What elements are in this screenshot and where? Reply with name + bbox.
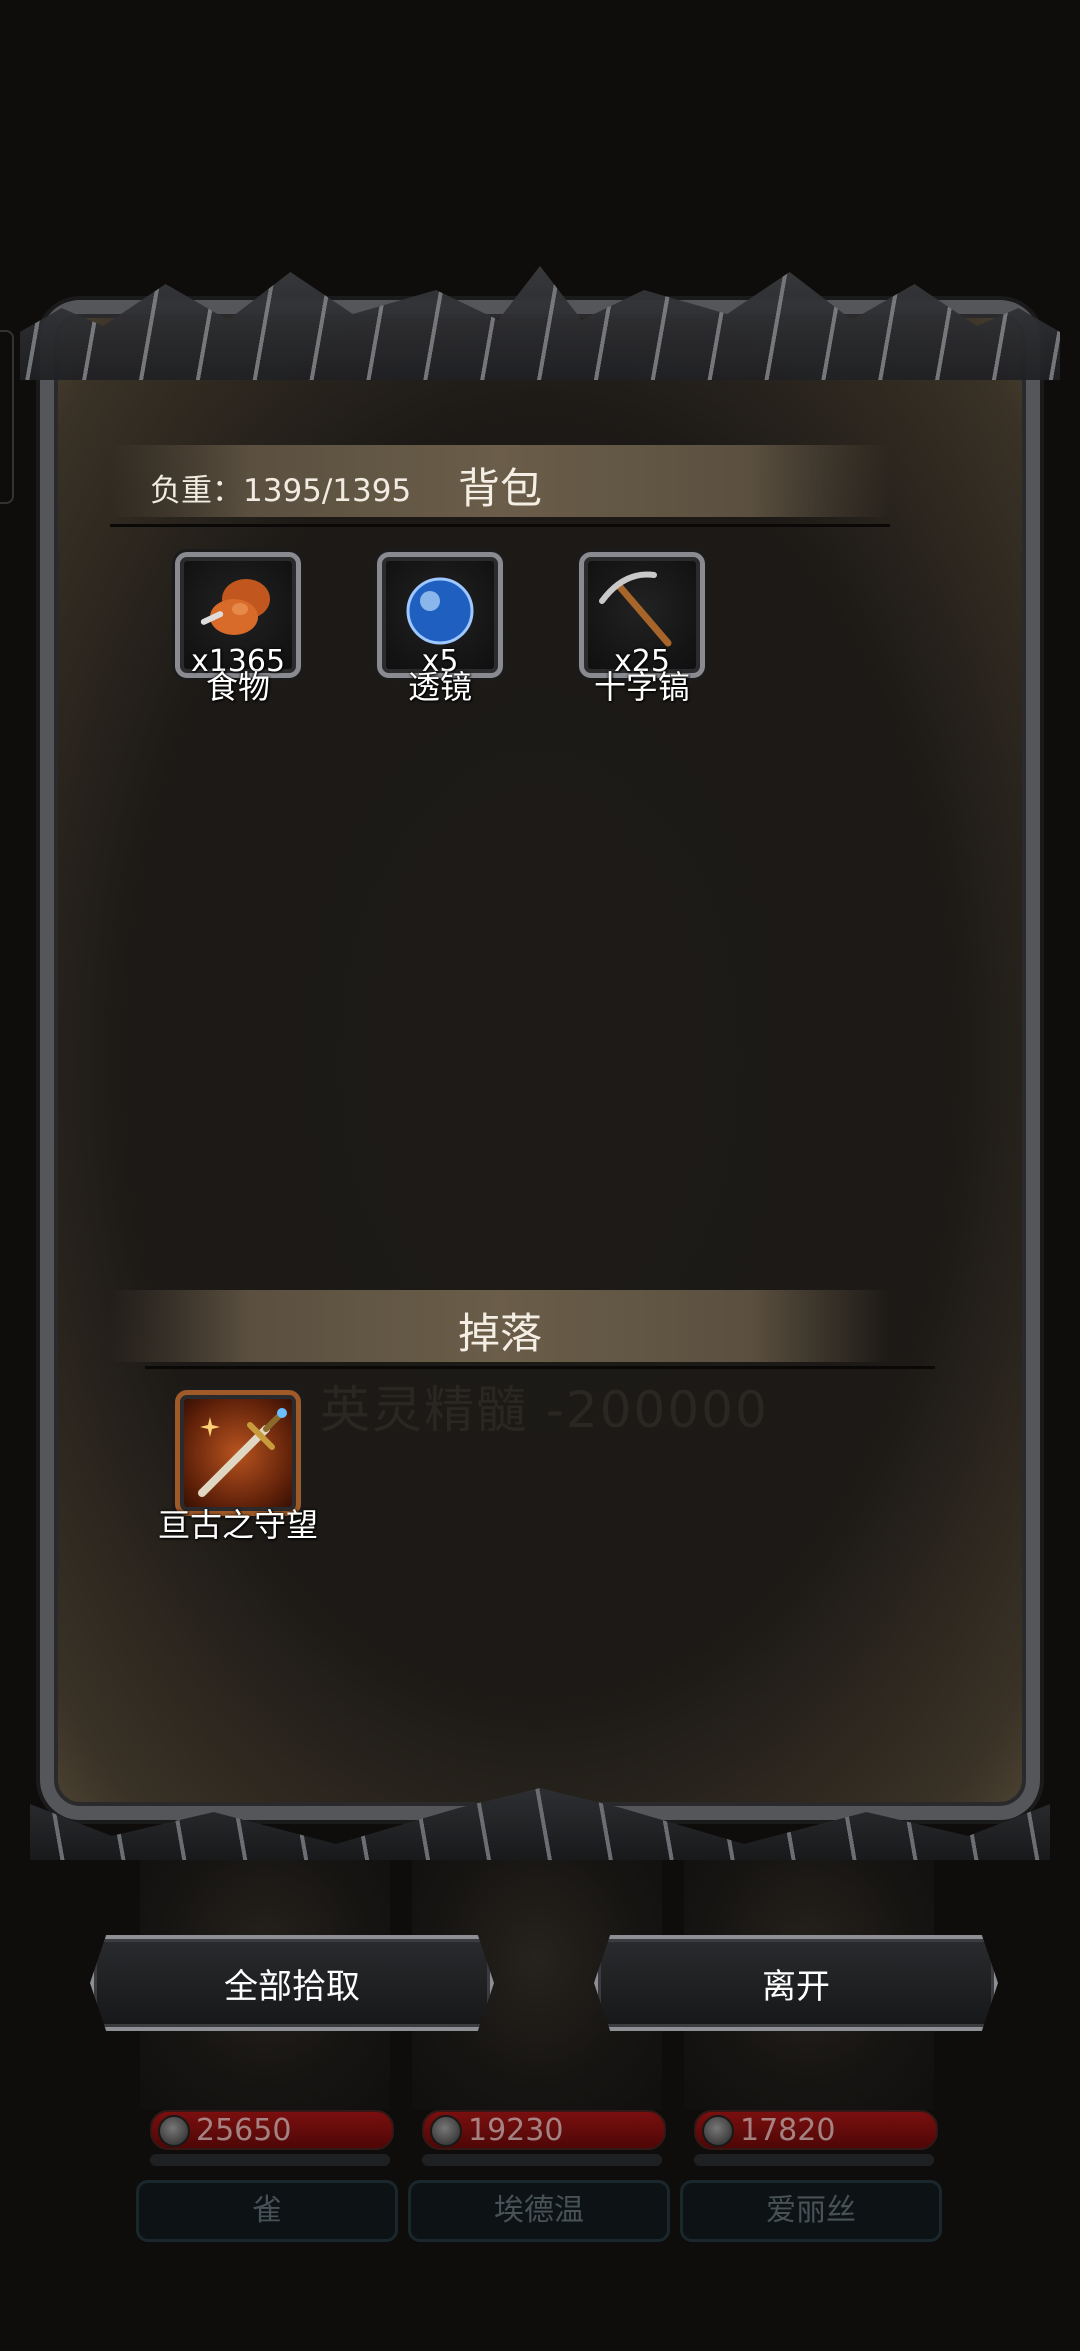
bag-divider [110,524,890,527]
leave-label: 离开 [762,1966,830,2007]
hero-strip: 25650 雀 19230 埃德温 17820 爱丽丝 [130,1840,950,2250]
hero-name: 爱丽丝 [766,2193,856,2228]
drop-title: 掉落 [457,1309,542,1358]
hero-name-plate: 爱丽丝 [680,2180,942,2242]
leave-button[interactable]: 离开 [594,1935,998,2031]
item-name: 亘古之守望 [157,1506,318,1544]
item-name: 透镜 [407,668,472,706]
loot-panel [20,266,1060,1860]
item-slot-food[interactable]: x1365 [175,552,301,679]
dragon-crest-ornament [20,266,1060,380]
hero-card-2[interactable]: 19230 埃德温 [402,1840,672,2250]
hero-card-3[interactable]: 17820 爱丽丝 [674,1840,944,2250]
hero-hp-bar: 19230 [422,2110,666,2150]
hero-hp-bar: 25650 [150,2110,394,2150]
item-slot-sword[interactable] [175,1390,301,1516]
panel-frame [40,300,1040,1820]
item-slot-lens[interactable]: x5 [377,552,503,679]
weight-label: 负重：1395/1395 [150,473,412,509]
sword-icon [198,1408,287,1497]
hero-hp-value: 19230 [468,2113,564,2148]
hero-name-plate: 埃德温 [408,2180,670,2242]
drop-header: 掉落 [110,1290,890,1362]
hero-mp-bar [694,2154,934,2166]
hero-mp-bar [422,2154,662,2166]
drop-divider [145,1366,935,1369]
item-name: 食物 [205,668,270,706]
hero-hp-value: 17820 [740,2113,836,2148]
hero-name: 雀 [252,2193,282,2228]
hero-hp-bar: 17820 [694,2110,938,2150]
pickup-all-button[interactable]: 全部拾取 [90,1935,494,2031]
hero-name: 埃德温 [494,2193,584,2228]
item-slot-pickaxe[interactable]: x25 [579,552,705,679]
hero-card-1[interactable]: 25650 雀 [130,1840,400,2250]
pickup-all-label: 全部拾取 [224,1966,360,2007]
hero-mp-bar [150,2154,390,2166]
shield-icon [702,2115,734,2147]
hero-name-plate: 雀 [136,2180,398,2242]
shield-icon [158,2115,190,2147]
item-name: 十字镐 [593,668,690,706]
hero-hp-value: 25650 [196,2113,292,2148]
shield-icon [430,2115,462,2147]
edge-tab [0,330,14,504]
faint-reward-text: 英灵精髓 -200000 [320,1381,769,1439]
